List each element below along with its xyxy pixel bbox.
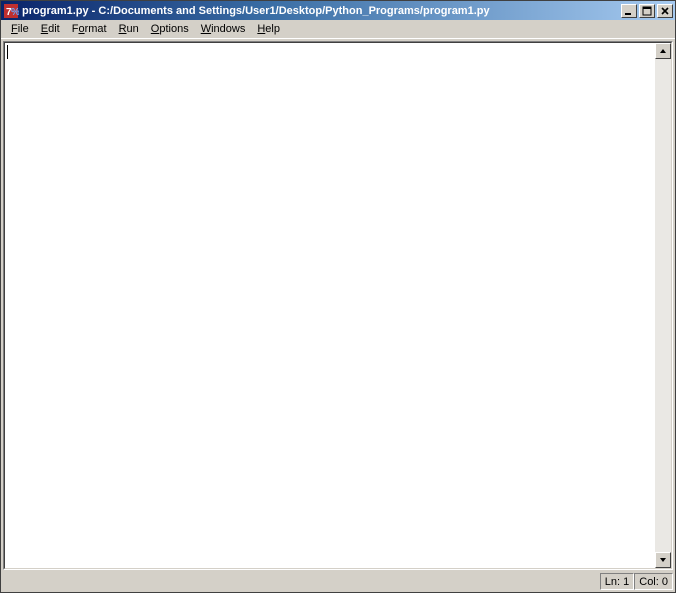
menu-run-rest: un — [127, 23, 139, 35]
scroll-down-button[interactable] — [655, 552, 671, 568]
editor-inner — [4, 42, 672, 569]
menu-windows-rest: indows — [211, 23, 245, 35]
menu-edit-rest: dit — [48, 23, 60, 35]
menu-run[interactable]: Run — [113, 22, 145, 36]
menu-windows[interactable]: Windows — [195, 22, 252, 36]
menu-help-rest: elp — [265, 23, 280, 35]
menu-format-rest: rmat — [85, 23, 107, 35]
scroll-up-button[interactable] — [655, 43, 671, 59]
menu-format[interactable]: Format — [66, 22, 113, 36]
menu-file[interactable]: File — [5, 22, 35, 36]
editor-frame — [3, 41, 673, 570]
text-cursor — [7, 45, 8, 59]
menu-options-rest: ptions — [159, 23, 188, 35]
menubar: File Edit Format Run Options Windows Hel… — [1, 20, 675, 39]
svg-text:%: % — [11, 7, 19, 18]
window-root: 7 % program1.py - C:/Documents and Setti… — [0, 0, 676, 593]
status-col: Col: 0 — [634, 573, 673, 590]
menu-help[interactable]: Help — [251, 22, 286, 36]
scroll-track[interactable] — [655, 59, 671, 552]
titlebar-buttons — [619, 4, 673, 18]
vertical-scrollbar[interactable] — [655, 43, 671, 568]
titlebar: 7 % program1.py - C:/Documents and Setti… — [1, 1, 675, 20]
client-area — [1, 39, 675, 572]
menu-edit[interactable]: Edit — [35, 22, 66, 36]
window-title: program1.py - C:/Documents and Settings/… — [22, 5, 619, 17]
menu-file-rest: ile — [18, 23, 29, 35]
menu-options[interactable]: Options — [145, 22, 195, 36]
status-line: Ln: 1 — [600, 573, 634, 590]
minimize-button[interactable] — [621, 4, 637, 18]
statusbar: Ln: 1 Col: 0 — [1, 572, 675, 592]
maximize-button[interactable] — [639, 4, 655, 18]
code-editor[interactable] — [5, 43, 655, 568]
app-icon: 7 % — [3, 3, 19, 19]
close-button[interactable] — [657, 4, 673, 18]
